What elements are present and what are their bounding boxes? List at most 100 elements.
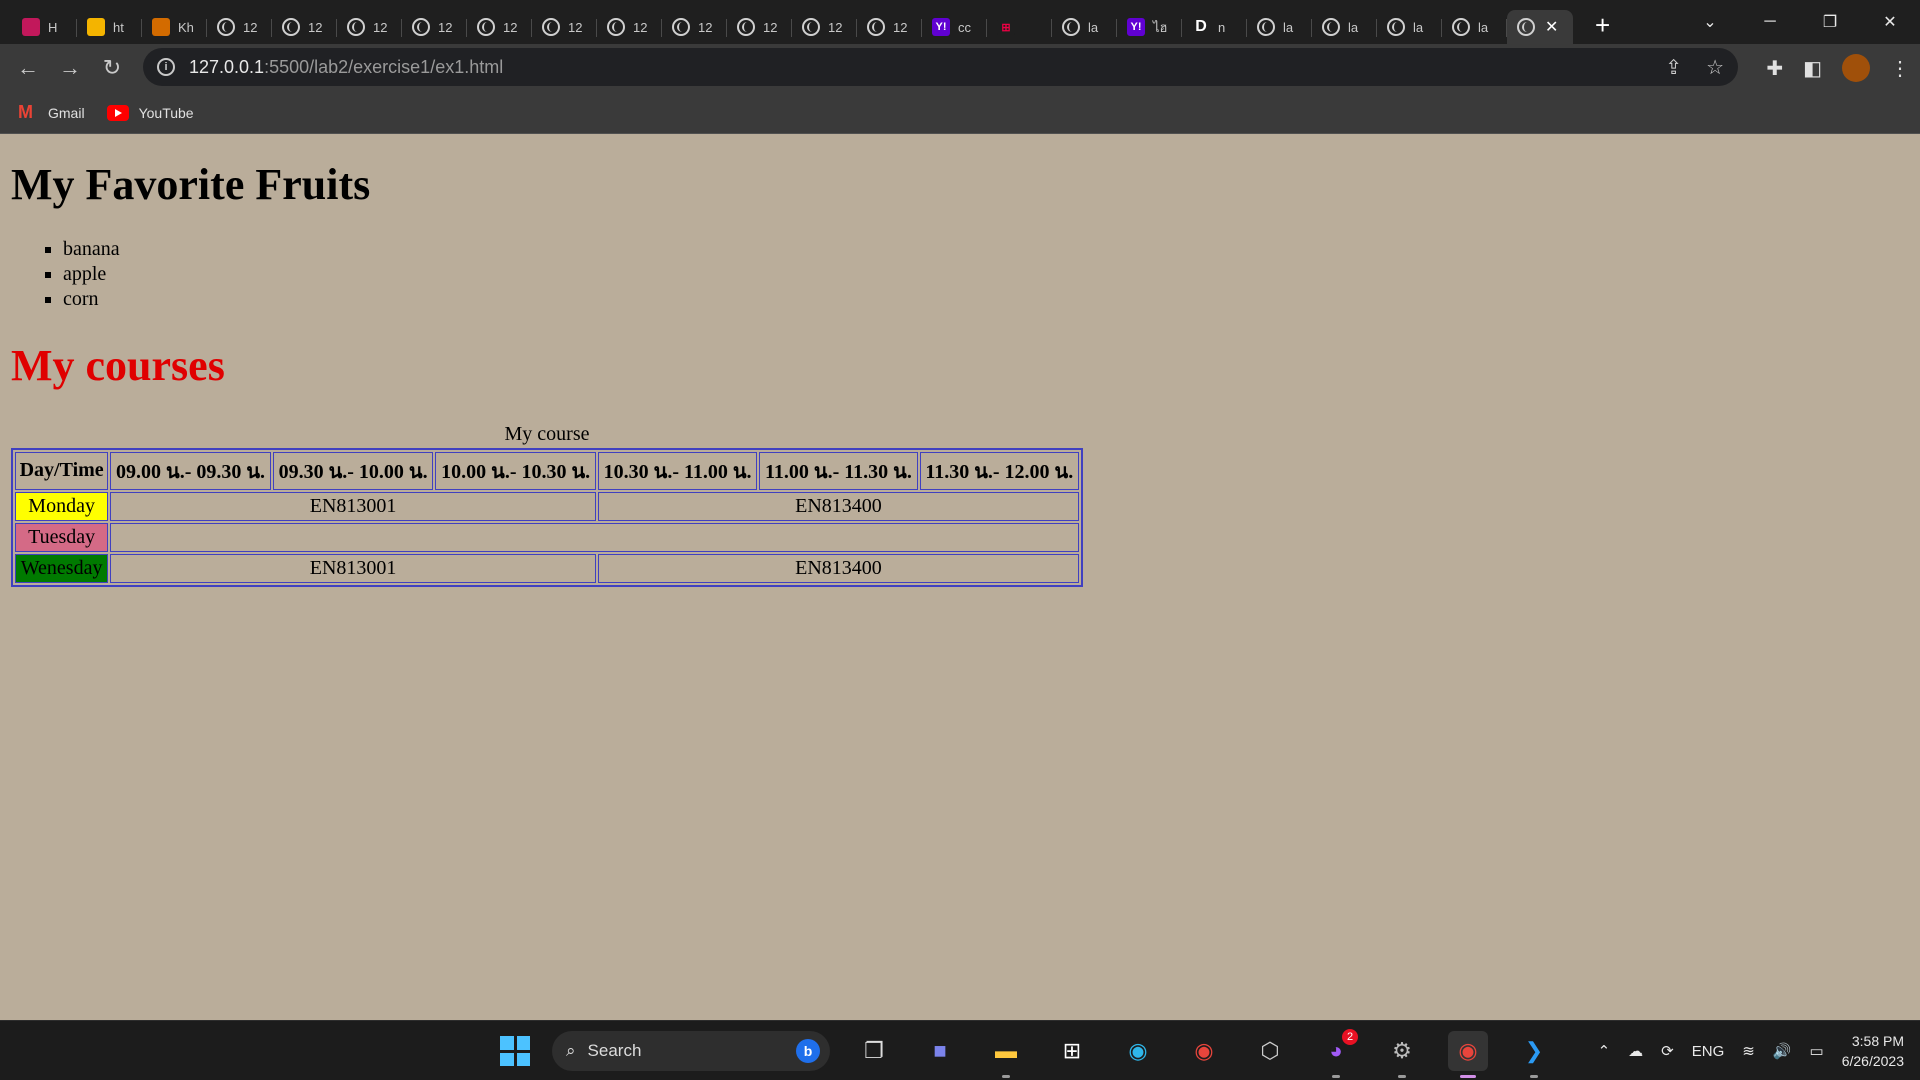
tab-title: 12 <box>308 19 323 35</box>
browser-tab[interactable]: 12 <box>337 10 402 44</box>
header-cell: 11.00 น.- 11.30 น. <box>759 451 918 490</box>
browser-tab[interactable]: Dn <box>1182 10 1247 44</box>
gmail-icon <box>18 102 38 123</box>
bookmark-label: Gmail <box>48 104 85 121</box>
globe-icon <box>1322 18 1340 36</box>
header-cell: 09.00 น.- 09.30 น. <box>110 451 271 490</box>
taskbar-search[interactable]: ⌕ Search b <box>552 1031 830 1071</box>
share-icon[interactable]: ⇪ <box>1665 55 1682 80</box>
restore-button[interactable]: ❐ <box>1800 12 1860 32</box>
table-caption: My course <box>504 422 590 445</box>
new-tab-button[interactable]: + <box>1595 10 1610 41</box>
browser-tab[interactable]: 12 <box>727 10 792 44</box>
back-button[interactable]: ← <box>8 48 48 88</box>
tab-search-icon[interactable]: ⌄ <box>1680 12 1740 32</box>
task-view-icon[interactable]: ❐ <box>854 1031 894 1071</box>
yahoo-icon: Y! <box>932 18 950 36</box>
store-icon[interactable]: ⊞ <box>1052 1031 1092 1071</box>
globe-icon <box>1517 18 1535 36</box>
browser-tab[interactable]: la <box>1312 10 1377 44</box>
browser-tab[interactable]: Kh <box>142 10 207 44</box>
fruits-heading: My Favorite Fruits <box>11 160 371 209</box>
browser-tab[interactable]: la <box>1052 10 1117 44</box>
tab-title: la <box>1413 19 1424 35</box>
forward-button[interactable]: → <box>50 48 90 88</box>
browser-tab[interactable]: 12 <box>857 10 922 44</box>
browser-tab[interactable]: H <box>12 10 77 44</box>
bookmark-youtube[interactable]: YouTube <box>106 104 194 121</box>
browser-tab[interactable]: la <box>1377 10 1442 44</box>
sync-icon[interactable]: ⟳ <box>1661 1042 1674 1060</box>
browser-tab[interactable]: ht <box>77 10 142 44</box>
site-info-icon[interactable]: i <box>157 58 175 76</box>
start-button[interactable] <box>500 1036 530 1066</box>
browser-tab[interactable]: 12 <box>402 10 467 44</box>
bookmark-star-icon[interactable]: ☆ <box>1706 55 1724 80</box>
language-indicator[interactable]: ENG <box>1692 1043 1725 1060</box>
tab-title: ht <box>113 19 124 35</box>
browser-tab[interactable]: 12 <box>597 10 662 44</box>
extensions-icon[interactable]: ✚ <box>1766 56 1783 81</box>
browser-tab[interactable]: 12 <box>207 10 272 44</box>
browser-tab[interactable]: la <box>1247 10 1312 44</box>
browser-tab[interactable]: 12 <box>532 10 597 44</box>
header-cell: 10.30 น.- 11.00 น. <box>597 451 758 490</box>
course-table: My course Day/Time 09.00 น.- 09.30 น. 09… <box>11 422 1083 587</box>
url-text[interactable]: 127.0.0.1:5500/lab2/exercise1/ex1.html <box>189 57 503 78</box>
edge-icon[interactable]: ◉ <box>1118 1031 1158 1071</box>
tab-title: 12 <box>828 19 843 35</box>
taskbar: ⌕ Search b ❐ ■ ▬ ⊞ ◉ ◉ ⬡ ◕ 2 ⚙ ◉ ❯ ⌃ ☁ ⟳ … <box>0 1020 1920 1080</box>
course-cell: EN813400 <box>597 491 1079 521</box>
file-explorer-icon[interactable]: ▬ <box>986 1031 1026 1078</box>
address-bar[interactable]: i 127.0.0.1:5500/lab2/exercise1/ex1.html… <box>143 48 1738 86</box>
tab-strip: Hht Kh 12 12 12 12 12 12 12 12 12 12 12 Y! cc ⊞ la Y! ไฮ Dn… <box>0 0 1920 44</box>
fruit-list: banana apple corn <box>63 237 1909 312</box>
messenger-icon[interactable]: ◕ 2 <box>1316 1029 1358 1078</box>
d-icon: D <box>1192 18 1210 36</box>
browser-tab[interactable]: Y! ไฮ <box>1117 10 1182 44</box>
reload-button[interactable]: ↻ <box>92 48 132 88</box>
browser-toolbar: ← → ↻ i 127.0.0.1:5500/lab2/exercise1/ex… <box>0 44 1920 92</box>
battery-icon[interactable]: ▭ <box>1810 1042 1824 1060</box>
bookmark-gmail[interactable]: Gmail <box>18 102 85 123</box>
tab-title: la <box>1348 19 1359 35</box>
globe-icon <box>1452 18 1470 36</box>
browser-tab[interactable]: la <box>1442 10 1507 44</box>
teams-chat-icon[interactable]: ■ <box>920 1031 960 1071</box>
tab-title: 12 <box>698 19 713 35</box>
chevron-up-icon[interactable]: ⌃ <box>1598 1042 1611 1060</box>
flame-icon <box>152 18 170 36</box>
bing-icon[interactable]: b <box>796 1039 820 1063</box>
tab-title: 12 <box>503 19 518 35</box>
page-content: My Favorite Fruits banana apple corn My … <box>0 135 1920 1020</box>
minimize-button[interactable]: ─ <box>1740 13 1800 31</box>
browser-tab[interactable]: 12 <box>467 10 532 44</box>
clock[interactable]: 3:58 PM 6/26/2023 <box>1842 1031 1904 1071</box>
tab-title: 12 <box>243 19 258 35</box>
browser-tab-active[interactable]: ✕ <box>1507 10 1573 44</box>
browser-tab[interactable]: 12 <box>792 10 857 44</box>
onedrive-icon[interactable]: ☁ <box>1628 1042 1643 1060</box>
close-window-button[interactable]: ✕ <box>1860 12 1920 32</box>
profile-avatar[interactable] <box>1842 54 1870 82</box>
browser-tab[interactable]: Y! cc <box>922 10 987 44</box>
settings-icon[interactable]: ⚙ <box>1382 1031 1422 1078</box>
unity-icon[interactable]: ⬡ <box>1250 1031 1290 1071</box>
browser-tab[interactable]: 12 <box>662 10 727 44</box>
wifi-icon[interactable]: ≋ <box>1742 1042 1755 1060</box>
yahoo-icon: Y! <box>1127 18 1145 36</box>
tab-title: 12 <box>373 19 388 35</box>
vscode-icon[interactable]: ❯ <box>1514 1031 1554 1078</box>
chrome-icon[interactable]: ◉ <box>1184 1031 1224 1071</box>
menu-icon[interactable]: ⋮ <box>1890 56 1910 81</box>
profile-icon <box>22 18 40 36</box>
volume-icon[interactable]: 🔊 <box>1773 1042 1792 1060</box>
tab-title: Kh <box>178 19 194 35</box>
side-panel-icon[interactable]: ◧ <box>1803 56 1822 81</box>
globe-icon <box>737 18 755 36</box>
browser-tab[interactable]: ⊞ <box>987 10 1052 44</box>
close-tab-icon[interactable]: ✕ <box>1545 17 1558 37</box>
globe-icon <box>542 18 560 36</box>
chrome-active-icon[interactable]: ◉ <box>1448 1031 1488 1078</box>
browser-tab[interactable]: 12 <box>272 10 337 44</box>
